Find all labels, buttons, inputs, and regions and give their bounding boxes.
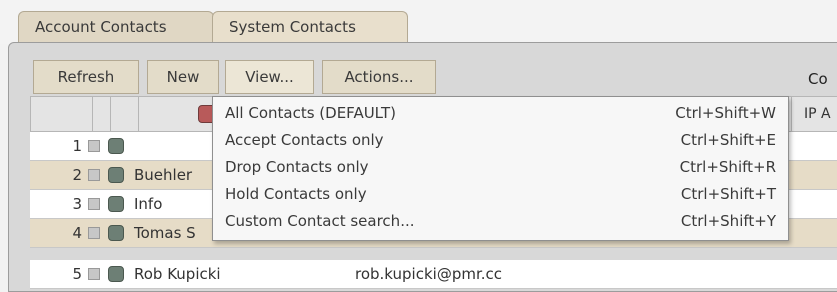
contact-name: Buehler: [134, 166, 193, 184]
header-name-column[interactable]: [139, 97, 219, 131]
menu-item-accept-contacts[interactable]: Accept Contacts only Ctrl+Shift+E: [213, 127, 788, 154]
status-dot-icon: [108, 266, 124, 282]
refresh-button[interactable]: Refresh: [33, 60, 139, 94]
header-ip-column[interactable]: IP A: [791, 97, 837, 131]
row-number: 1: [72, 137, 82, 155]
menu-item-shortcut: Ctrl+Shift+Y: [680, 212, 776, 230]
row-number: 3: [72, 195, 82, 213]
row-checkbox[interactable]: [88, 140, 100, 152]
menu-item-label: Drop Contacts only: [225, 158, 369, 176]
status-dot-icon: [108, 138, 124, 154]
status-dot-icon: [108, 225, 124, 241]
contact-name: Info: [134, 195, 163, 213]
header-checkbox-column[interactable]: [93, 97, 111, 131]
tab-account-contacts[interactable]: Account Contacts: [18, 11, 214, 43]
row-number: 5: [72, 265, 82, 283]
view-dropdown-menu: All Contacts (DEFAULT) Ctrl+Shift+W Acce…: [212, 96, 789, 241]
menu-item-label: Hold Contacts only: [225, 185, 367, 203]
contact-email: rob.kupicki@pmr.cc: [355, 265, 503, 283]
actions-button[interactable]: Actions...: [322, 60, 436, 94]
table-row[interactable]: 5 Rob Kupicki rob.kupicki@pmr.cc: [30, 260, 837, 289]
menu-item-custom-search[interactable]: Custom Contact search... Ctrl+Shift+Y: [213, 208, 788, 235]
menu-item-hold-contacts[interactable]: Hold Contacts only Ctrl+Shift+T: [213, 181, 788, 208]
truncated-label: Co: [808, 70, 828, 88]
row-checkbox[interactable]: [88, 268, 100, 280]
tab-bar: Account Contacts System Contacts: [0, 0, 837, 44]
menu-item-label: Accept Contacts only: [225, 131, 384, 149]
tab-system-contacts[interactable]: System Contacts: [212, 11, 408, 43]
menu-item-shortcut: Ctrl+Shift+E: [680, 131, 776, 149]
new-button[interactable]: New: [147, 60, 219, 94]
header-number-column[interactable]: [31, 97, 93, 131]
row-number: 2: [72, 166, 82, 184]
status-dot-icon: [108, 167, 124, 183]
view-button[interactable]: View...: [225, 60, 314, 94]
menu-item-label: Custom Contact search...: [225, 212, 415, 230]
menu-item-shortcut: Ctrl+Shift+W: [675, 104, 776, 122]
row-checkbox[interactable]: [88, 198, 100, 210]
menu-item-drop-contacts[interactable]: Drop Contacts only Ctrl+Shift+R: [213, 154, 788, 181]
menu-item-all-contacts[interactable]: All Contacts (DEFAULT) Ctrl+Shift+W: [213, 100, 788, 127]
header-status-column[interactable]: [111, 97, 216, 131]
row-checkbox[interactable]: [88, 169, 100, 181]
row-checkbox[interactable]: [88, 227, 100, 239]
menu-item-shortcut: Ctrl+Shift+T: [680, 185, 776, 203]
row-number: 4: [72, 224, 82, 242]
status-dot-icon: [108, 196, 124, 212]
contact-name: Rob Kupicki: [134, 265, 221, 283]
menu-item-label: All Contacts (DEFAULT): [225, 104, 396, 122]
contact-name: Tomas S: [134, 224, 196, 242]
menu-item-shortcut: Ctrl+Shift+R: [679, 158, 776, 176]
